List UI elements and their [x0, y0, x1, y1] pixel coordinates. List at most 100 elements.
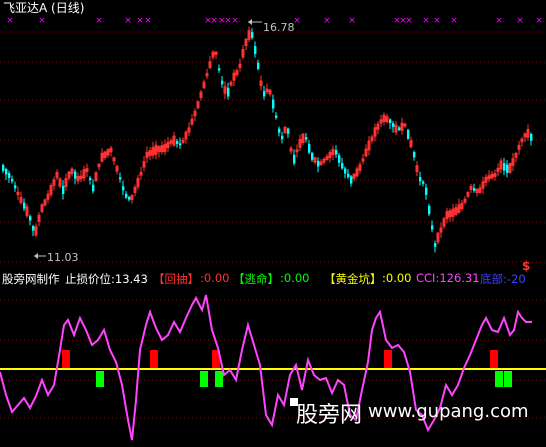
low-price-label: 11.03	[47, 251, 79, 264]
huichou-label: 【回抽】	[153, 272, 199, 286]
signal-bar-green	[200, 371, 208, 387]
candle-body-down	[281, 135, 284, 140]
candle-body-down	[29, 216, 32, 221]
candle-body-down	[257, 62, 260, 69]
candle-body-down	[503, 163, 506, 171]
signal-bar-green	[96, 371, 104, 387]
candle-body-down	[275, 115, 278, 118]
top-marker: ×	[210, 16, 218, 26]
candle-body-down	[5, 168, 8, 175]
top-marker: ×	[95, 16, 103, 26]
chart-grid	[0, 31, 546, 419]
candle-body-down	[311, 152, 314, 160]
high-arrow-head	[248, 19, 252, 25]
candle-body-down	[23, 202, 26, 209]
candle-body-down	[434, 243, 437, 247]
huangjin-label: 【黄金坑】	[324, 272, 382, 286]
candle-body-down	[341, 163, 344, 169]
candle-body-down	[14, 185, 17, 189]
candle-body-down	[89, 177, 92, 181]
candle-body-down	[254, 46, 257, 54]
signal-bar-red	[150, 350, 158, 368]
candle-body-down	[125, 193, 128, 198]
candle-body-down	[32, 226, 35, 231]
huichou-value: :0.00	[200, 271, 230, 285]
top-marker: ×	[231, 16, 239, 26]
price-annotations: 16.7811.03$	[34, 19, 530, 273]
candle-body-down	[419, 177, 422, 182]
candle-body-down	[119, 177, 122, 180]
stock-chart-window: 飞亚达A (日线) × × × × × × × × × × × × × × × × × × × × × × × 16.78 1…	[0, 0, 546, 447]
top-marker: ×	[38, 16, 46, 26]
watermark-url: www.gupang.com	[368, 401, 529, 422]
candle-body-down	[287, 128, 290, 134]
signal-bar-green	[215, 371, 223, 387]
candle-body-down	[128, 197, 131, 200]
candle-body-down	[227, 87, 230, 97]
top-marker: ×	[450, 16, 458, 26]
candle-body-down	[335, 149, 338, 155]
signal-bar-red	[384, 350, 392, 368]
signal-bar-green	[504, 371, 512, 387]
top-marker: ×	[136, 16, 144, 26]
candle-body-down	[74, 171, 77, 179]
top-marker: ×	[6, 16, 14, 26]
top-marker: ×	[405, 16, 413, 26]
candle-body-down	[344, 168, 347, 174]
top-marker: ×	[348, 16, 356, 26]
candle-body-down	[338, 155, 341, 163]
taoming-value: :0.00	[280, 271, 310, 285]
taoming-label: 【逃命】	[233, 272, 279, 286]
high-price-label: 16.78	[263, 21, 295, 34]
candle-body-down	[422, 181, 425, 184]
candle-body-down	[506, 164, 509, 173]
candle-body-down	[278, 128, 281, 133]
candle-body-down	[221, 80, 224, 85]
top-marker: ×	[516, 16, 524, 26]
top-marker: ×	[535, 16, 543, 26]
candle-body-down	[251, 32, 254, 38]
top-marker: ×	[433, 16, 441, 26]
candle-body-down	[218, 68, 221, 71]
candle-body-down	[293, 154, 296, 164]
cci-value: CCI:126.31	[416, 271, 480, 285]
candle-body-down	[473, 188, 476, 191]
candle-body-down	[350, 176, 353, 184]
stop-loss-label: 止损价位:13.43	[65, 272, 148, 286]
candle-body-down	[308, 144, 311, 153]
candle-body-down	[92, 184, 95, 192]
candle-body-down	[122, 186, 125, 191]
candle-body-down	[11, 178, 14, 182]
top-marker: ×	[323, 16, 331, 26]
price-chart[interactable]: × × × × × × ×× ×× × × × × ××× × × × × × × 16.7811.03$	[0, 0, 546, 447]
signal-bar-green	[495, 371, 503, 387]
watermark-cn: 股旁网	[296, 403, 363, 428]
candle-body-down	[272, 99, 275, 109]
candle-body-down	[428, 205, 431, 215]
candle-body-down	[392, 123, 395, 127]
candle-body-down	[407, 129, 410, 139]
top-marker: ×	[144, 16, 152, 26]
candle-body-down	[347, 173, 350, 178]
candle-body-down	[530, 133, 533, 141]
candle-body-down	[317, 160, 320, 167]
candle-body-down	[263, 91, 266, 97]
huangjin-value: :0.00	[382, 271, 412, 285]
signal-bar-red	[490, 350, 498, 368]
candle-body-down	[431, 225, 434, 230]
low-arrow-head	[34, 253, 38, 259]
candle-body-down	[413, 152, 416, 158]
candle-body-down	[389, 119, 392, 124]
candle-body-down	[2, 165, 5, 171]
candle-body-down	[62, 185, 65, 195]
dibu-value: 底部:-20	[480, 272, 526, 286]
top-marker: ×	[124, 16, 132, 26]
top-marker: ×	[422, 16, 430, 26]
candle-body-down	[425, 187, 428, 195]
candle-body-down	[305, 137, 308, 140]
indicator-name: 股旁网制作	[2, 272, 60, 286]
signal-bar-red	[62, 350, 70, 368]
candle-body-down	[179, 143, 182, 146]
candle-body-down	[398, 127, 401, 131]
candle-body-down	[176, 140, 179, 145]
